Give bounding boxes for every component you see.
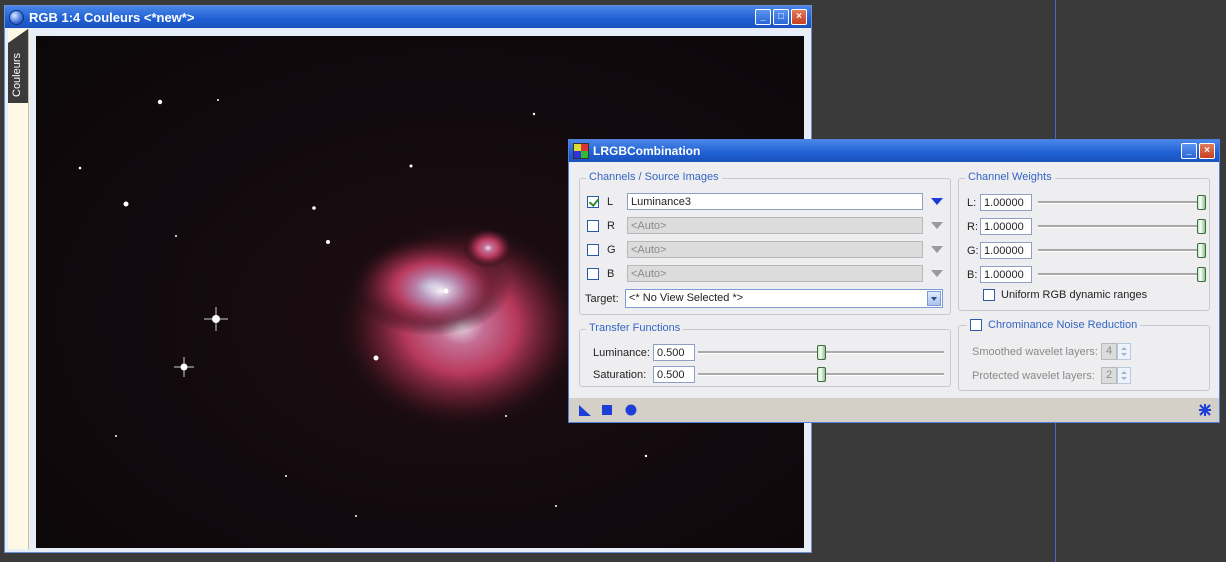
luminance-label: Luminance: [593,346,650,359]
luminance-slider[interactable] [698,345,944,360]
smoothed-spinner-icon [1117,343,1131,360]
close-icon[interactable]: × [1199,143,1215,159]
lrgb-dialog: LRGBCombination _ × Channels / Source Im… [568,139,1220,423]
weight-g-label: G: [967,244,979,257]
channel-r-label: R [607,219,615,232]
target-row: Target: <* No View Selected *> [585,289,943,308]
dialog-title: LRGBCombination [593,144,701,158]
saturation-input[interactable]: 0.500 [653,366,695,383]
reset-icon[interactable] [1199,404,1211,416]
slider-thumb[interactable] [1197,219,1206,234]
channel-r-dropdown-icon [931,222,943,229]
protected-value: 2 [1101,367,1117,384]
apply-square-icon[interactable] [601,404,613,416]
saturation-row: Saturation: 0.500 [593,366,695,383]
image-window-titlebar[interactable]: RGB 1:4 Couleurs <*new*> _ □ × [5,6,811,28]
protected-spinner-icon [1117,367,1131,384]
weight-row-l: L: 1.00000 [967,194,1032,211]
dialog-bottom-bar [569,398,1219,422]
uniform-rgb-checkbox[interactable] [983,289,995,301]
transfer-functions-group: Transfer Functions Luminance: 0.500 Satu… [579,322,951,387]
apply-global-icon[interactable] [625,404,637,416]
close-icon[interactable]: × [791,9,807,25]
weight-l-input[interactable]: 1.00000 [980,194,1032,211]
minimize-icon[interactable]: _ [1181,143,1197,159]
channel-g-checkbox[interactable] [587,243,599,256]
weight-l-label: L: [967,196,977,209]
target-view-select[interactable]: <* No View Selected *> [625,289,943,308]
uniform-rgb-label: Uniform RGB dynamic ranges [1001,289,1148,301]
image-window-title: RGB 1:4 Couleurs <*new*> [29,9,195,25]
channel-row-b: B <Auto> [587,265,943,282]
slider-thumb[interactable] [1197,243,1206,258]
channel-b-dropdown-icon [931,270,943,277]
weight-g-slider[interactable] [1038,243,1206,258]
channels-group-title: Channels / Source Images [586,171,722,183]
weight-row-r: R: 1.00000 [967,218,1032,235]
slider-thumb[interactable] [817,345,826,360]
channel-row-l: L Luminance3 [587,193,943,210]
target-view-value: <* No View Selected *> [629,292,744,304]
side-tab-panel: Couleurs [8,29,29,549]
weight-row-g: G: 1.00000 [967,242,1032,259]
channel-r-source-field: <Auto> [627,217,923,234]
chrominance-checkbox[interactable] [970,319,982,331]
channel-g-dropdown-icon [931,246,943,253]
channels-group: Channels / Source Images L Luminance3 R … [579,171,951,315]
channel-g-label: G [607,243,616,256]
smoothed-label: Smoothed wavelet layers: [972,345,1098,358]
channel-b-checkbox[interactable] [587,267,599,280]
channel-l-checkbox[interactable] [587,195,599,208]
maximize-icon[interactable]: □ [773,9,789,25]
channel-b-label: B [607,267,615,280]
channel-weights-title: Channel Weights [965,171,1055,183]
slider-thumb[interactable] [1197,195,1206,210]
protected-row: Protected wavelet layers: 2 [972,367,1131,384]
saturation-label: Saturation: [593,368,647,381]
weight-b-input[interactable]: 1.00000 [980,266,1032,283]
uniform-row: Uniform RGB dynamic ranges [983,289,1147,301]
side-tab-couleurs[interactable]: Couleurs [8,29,28,103]
weight-b-label: B: [967,268,978,281]
channel-row-g: G <Auto> [587,241,943,258]
weight-r-slider[interactable] [1038,219,1206,234]
weight-row-b: B: 1.00000 [967,266,1032,283]
lrgb-app-icon [573,143,589,159]
luminance-input[interactable]: 0.500 [653,344,695,361]
weight-r-input[interactable]: 1.00000 [980,218,1032,235]
side-tab-label: Couleurs [11,52,23,97]
chrominance-title: Chrominance Noise Reduction [988,319,1138,331]
channel-g-source-field: <Auto> [627,241,923,258]
minimize-icon[interactable]: _ [755,9,771,25]
new-instance-icon[interactable] [579,404,591,416]
chrominance-header: Chrominance Noise Reduction [967,319,1141,331]
weight-g-input[interactable]: 1.00000 [980,242,1032,259]
luminance-row: Luminance: 0.500 [593,344,695,361]
smoothed-row: Smoothed wavelet layers: 4 [972,343,1131,360]
weight-b-slider[interactable] [1038,267,1206,282]
smoothed-value: 4 [1101,343,1117,360]
app-icon [9,9,24,25]
channel-row-r: R <Auto> [587,217,943,234]
channel-l-label: L [607,195,614,208]
dialog-titlebar[interactable]: LRGBCombination _ × [569,140,1219,162]
channel-weights-group: Channel Weights L: 1.00000 R: 1.00000 G:… [958,171,1210,311]
saturation-slider[interactable] [698,367,944,382]
chrominance-group: Chrominance Noise Reduction Smoothed wav… [958,319,1210,391]
target-label: Target: [585,292,619,305]
channel-l-dropdown-icon[interactable] [931,198,943,205]
channel-b-source-field: <Auto> [627,265,923,282]
slider-thumb[interactable] [1197,267,1206,282]
slider-thumb[interactable] [817,367,826,382]
weight-l-slider[interactable] [1038,195,1206,210]
chevron-down-icon[interactable] [927,291,941,306]
protected-label: Protected wavelet layers: [972,369,1095,382]
channel-l-source-field[interactable]: Luminance3 [627,193,923,210]
transfer-functions-title: Transfer Functions [586,322,684,334]
channel-r-checkbox[interactable] [587,219,599,232]
weight-r-label: R: [967,220,978,233]
